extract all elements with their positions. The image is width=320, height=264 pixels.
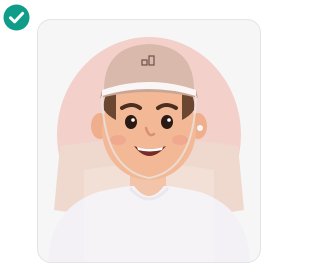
checkmark-circle-icon [3,4,30,31]
profile-photo-card[interactable] [37,19,261,263]
photo-verification-panel [0,0,264,264]
avatar-image [48,37,250,262]
avatar-eye-left [125,115,137,129]
avatar-eye-right [161,115,173,129]
avatar-face [102,80,196,180]
